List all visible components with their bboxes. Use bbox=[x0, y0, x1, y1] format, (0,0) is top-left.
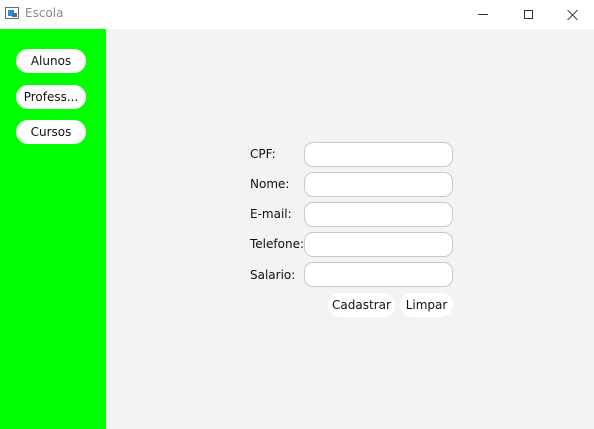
cpf-field[interactable] bbox=[304, 142, 453, 167]
nome-field[interactable] bbox=[304, 172, 453, 197]
window-title: Escola bbox=[25, 6, 64, 20]
nome-label: Nome: bbox=[250, 177, 290, 191]
cpf-label: CPF: bbox=[250, 147, 276, 161]
sidebar: Alunos Profess... Cursos bbox=[0, 29, 106, 429]
sidebar-item-cursos[interactable]: Cursos bbox=[16, 120, 86, 144]
app-window: Escola Alunos Profess... Cursos CPF: Nom… bbox=[0, 0, 594, 429]
cadastrar-button[interactable]: Cadastrar bbox=[328, 293, 395, 317]
main-panel: CPF: Nome: E-mail: Telefone: Salario: Ca… bbox=[106, 29, 594, 429]
minimize-button[interactable] bbox=[460, 0, 506, 29]
title-bar[interactable]: Escola bbox=[0, 0, 594, 29]
telefone-field[interactable] bbox=[304, 232, 453, 257]
salario-field[interactable] bbox=[304, 262, 453, 287]
maximize-icon bbox=[523, 10, 533, 19]
sidebar-item-alunos[interactable]: Alunos bbox=[16, 49, 86, 73]
maximize-button[interactable] bbox=[505, 0, 551, 29]
limpar-button[interactable]: Limpar bbox=[400, 293, 453, 317]
email-label: E-mail: bbox=[250, 207, 292, 221]
email-field[interactable] bbox=[304, 202, 453, 227]
sidebar-item-professores[interactable]: Profess... bbox=[16, 85, 86, 109]
telefone-label: Telefone: bbox=[250, 237, 304, 251]
close-icon bbox=[567, 9, 579, 21]
minimize-icon bbox=[478, 14, 488, 15]
close-button[interactable] bbox=[550, 0, 594, 29]
app-icon bbox=[5, 7, 19, 19]
salario-label: Salario: bbox=[250, 268, 296, 282]
